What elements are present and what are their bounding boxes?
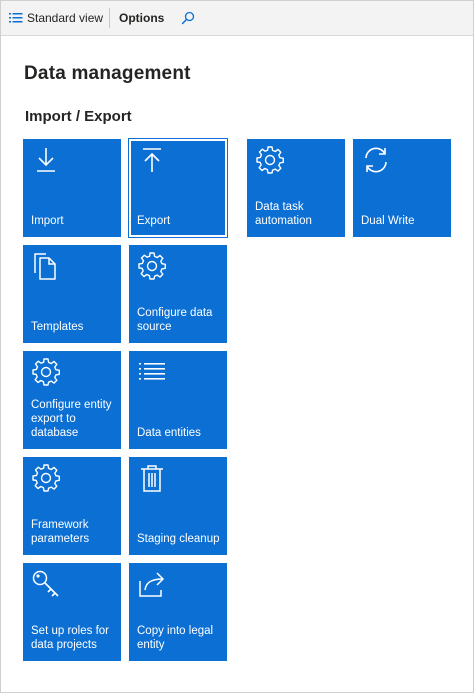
tile-label: Data task automation xyxy=(255,201,312,227)
tile-label: Export xyxy=(137,215,171,227)
search-button[interactable] xyxy=(181,1,195,35)
gear-icon xyxy=(32,358,60,386)
tile-label: Copy into legal entity xyxy=(137,625,214,651)
tile-staging-cleanup[interactable]: Staging cleanup xyxy=(129,457,227,555)
gear-icon xyxy=(256,146,284,174)
page-title: Data management xyxy=(24,63,191,84)
tile-label: Templates xyxy=(31,321,84,333)
toolbar-divider xyxy=(109,8,110,28)
tile-copy-into-legal-entity[interactable]: Copy into legal entity xyxy=(129,563,227,661)
tile-data-task-automation[interactable]: Data task automation xyxy=(247,139,345,237)
options-tab[interactable]: Options xyxy=(119,1,164,35)
tile-configure-data-source[interactable]: Configure data source xyxy=(129,245,227,343)
tile-import[interactable]: Import xyxy=(23,139,121,237)
standard-view-button[interactable]: Standard view xyxy=(9,1,103,35)
search-icon xyxy=(181,11,195,25)
options-label: Options xyxy=(119,11,165,25)
download-arrow-icon xyxy=(37,148,55,172)
tile-label: Configure entity export to database xyxy=(31,399,112,439)
section-title: Import / Export xyxy=(25,108,132,125)
action-pane: Standard view Options xyxy=(1,1,473,36)
upload-arrow-icon xyxy=(143,148,161,172)
tile-export[interactable]: Export xyxy=(128,138,228,238)
trash-icon xyxy=(141,465,163,492)
tile-data-entities[interactable]: Data entities xyxy=(129,351,227,449)
share-arrow-icon xyxy=(139,572,165,597)
tile-label: Dual Write xyxy=(361,215,415,227)
sync-icon xyxy=(365,147,387,173)
tile-label: Data entities xyxy=(137,427,201,439)
tile-configure-entity-export[interactable]: Configure entity export to database xyxy=(23,351,121,449)
tile-label: Set up roles for data projects xyxy=(31,625,109,651)
tile-dual-write[interactable]: Dual Write xyxy=(353,139,451,237)
list-view-icon xyxy=(9,13,23,23)
tile-label: Import xyxy=(31,215,64,227)
tile-set-up-roles[interactable]: Set up roles for data projects xyxy=(23,563,121,661)
gear-icon xyxy=(138,252,166,280)
list-icon xyxy=(139,363,165,380)
tile-label: Staging cleanup xyxy=(137,533,220,545)
tile-framework-parameters[interactable]: Framework parameters xyxy=(23,457,121,555)
key-icon xyxy=(32,570,59,597)
copy-documents-icon xyxy=(34,253,56,280)
tile-label: Configure data source xyxy=(137,307,213,333)
workspace-frame: Standard view Options Data management Im… xyxy=(0,0,474,693)
gear-icon xyxy=(32,464,60,492)
tile-label: Framework parameters xyxy=(31,519,90,545)
tile-templates[interactable]: Templates xyxy=(23,245,121,343)
standard-view-label: Standard view xyxy=(27,11,104,25)
